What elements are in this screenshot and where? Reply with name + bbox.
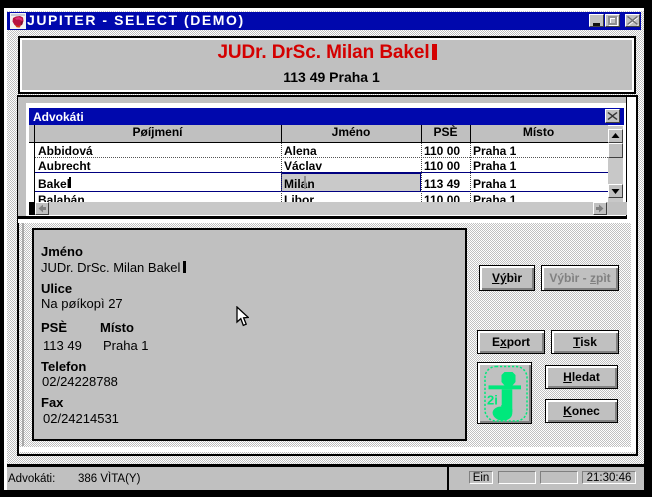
svg-text:2i: 2i xyxy=(487,393,498,408)
